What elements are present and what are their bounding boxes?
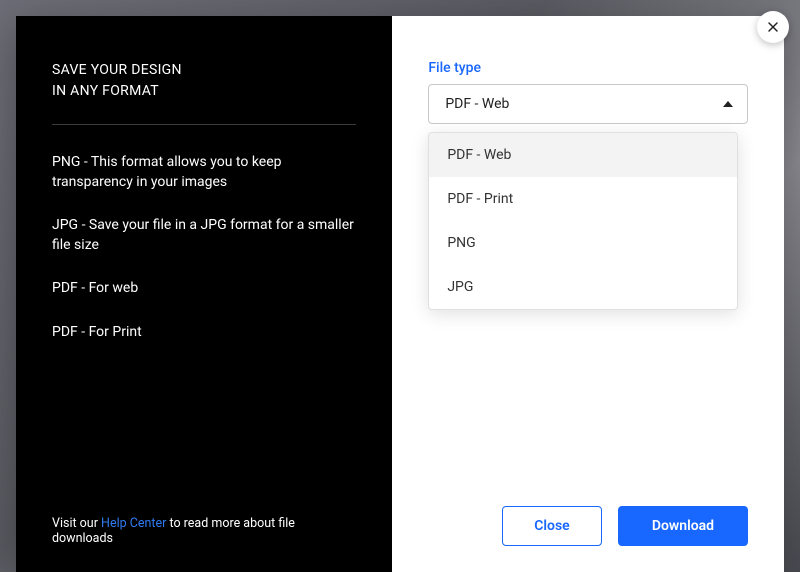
format-description: PDF - For web (52, 279, 356, 299)
format-description: JPG - Save your file in a JPG format for… (52, 216, 356, 255)
modal-backdrop: SAVE YOUR DESIGN IN ANY FORMAT PNG - Thi… (0, 0, 800, 572)
format-description: PDF - For Print (52, 323, 356, 343)
file-type-select[interactable]: PDF - Web (428, 84, 748, 124)
download-button[interactable]: Download (618, 506, 748, 546)
button-row: Close Download (502, 506, 748, 546)
file-type-selected-value: PDF - Web (445, 96, 509, 112)
help-center-link[interactable]: Help Center (101, 516, 166, 531)
dropdown-option-pdf-print[interactable]: PDF - Print (429, 177, 737, 221)
dropdown-option-png[interactable]: PNG (429, 221, 737, 265)
close-icon (765, 19, 781, 35)
chevron-up-icon (723, 101, 733, 107)
download-modal: SAVE YOUR DESIGN IN ANY FORMAT PNG - Thi… (16, 16, 784, 572)
heading-line-1: SAVE YOUR DESIGN (52, 60, 356, 81)
dropdown-option-jpg[interactable]: JPG (429, 265, 737, 309)
footer-prefix: Visit our (52, 516, 101, 531)
form-panel: File type PDF - Web PDF - Web PDF - Prin… (392, 16, 784, 572)
file-type-dropdown: PDF - Web PDF - Print PNG JPG (428, 132, 738, 310)
format-list: PNG - This format allows you to keep tra… (52, 153, 356, 343)
divider (52, 124, 356, 125)
panel-heading: SAVE YOUR DESIGN IN ANY FORMAT (52, 60, 356, 102)
file-type-label: File type (428, 60, 748, 76)
close-button[interactable]: Close (502, 506, 602, 546)
info-panel: SAVE YOUR DESIGN IN ANY FORMAT PNG - Thi… (16, 16, 392, 572)
format-description: PNG - This format allows you to keep tra… (52, 153, 356, 192)
dropdown-option-pdf-web[interactable]: PDF - Web (429, 133, 737, 177)
close-modal-button[interactable] (757, 11, 789, 43)
footer-note: Visit our Help Center to read more about… (52, 516, 356, 546)
heading-line-2: IN ANY FORMAT (52, 81, 356, 102)
